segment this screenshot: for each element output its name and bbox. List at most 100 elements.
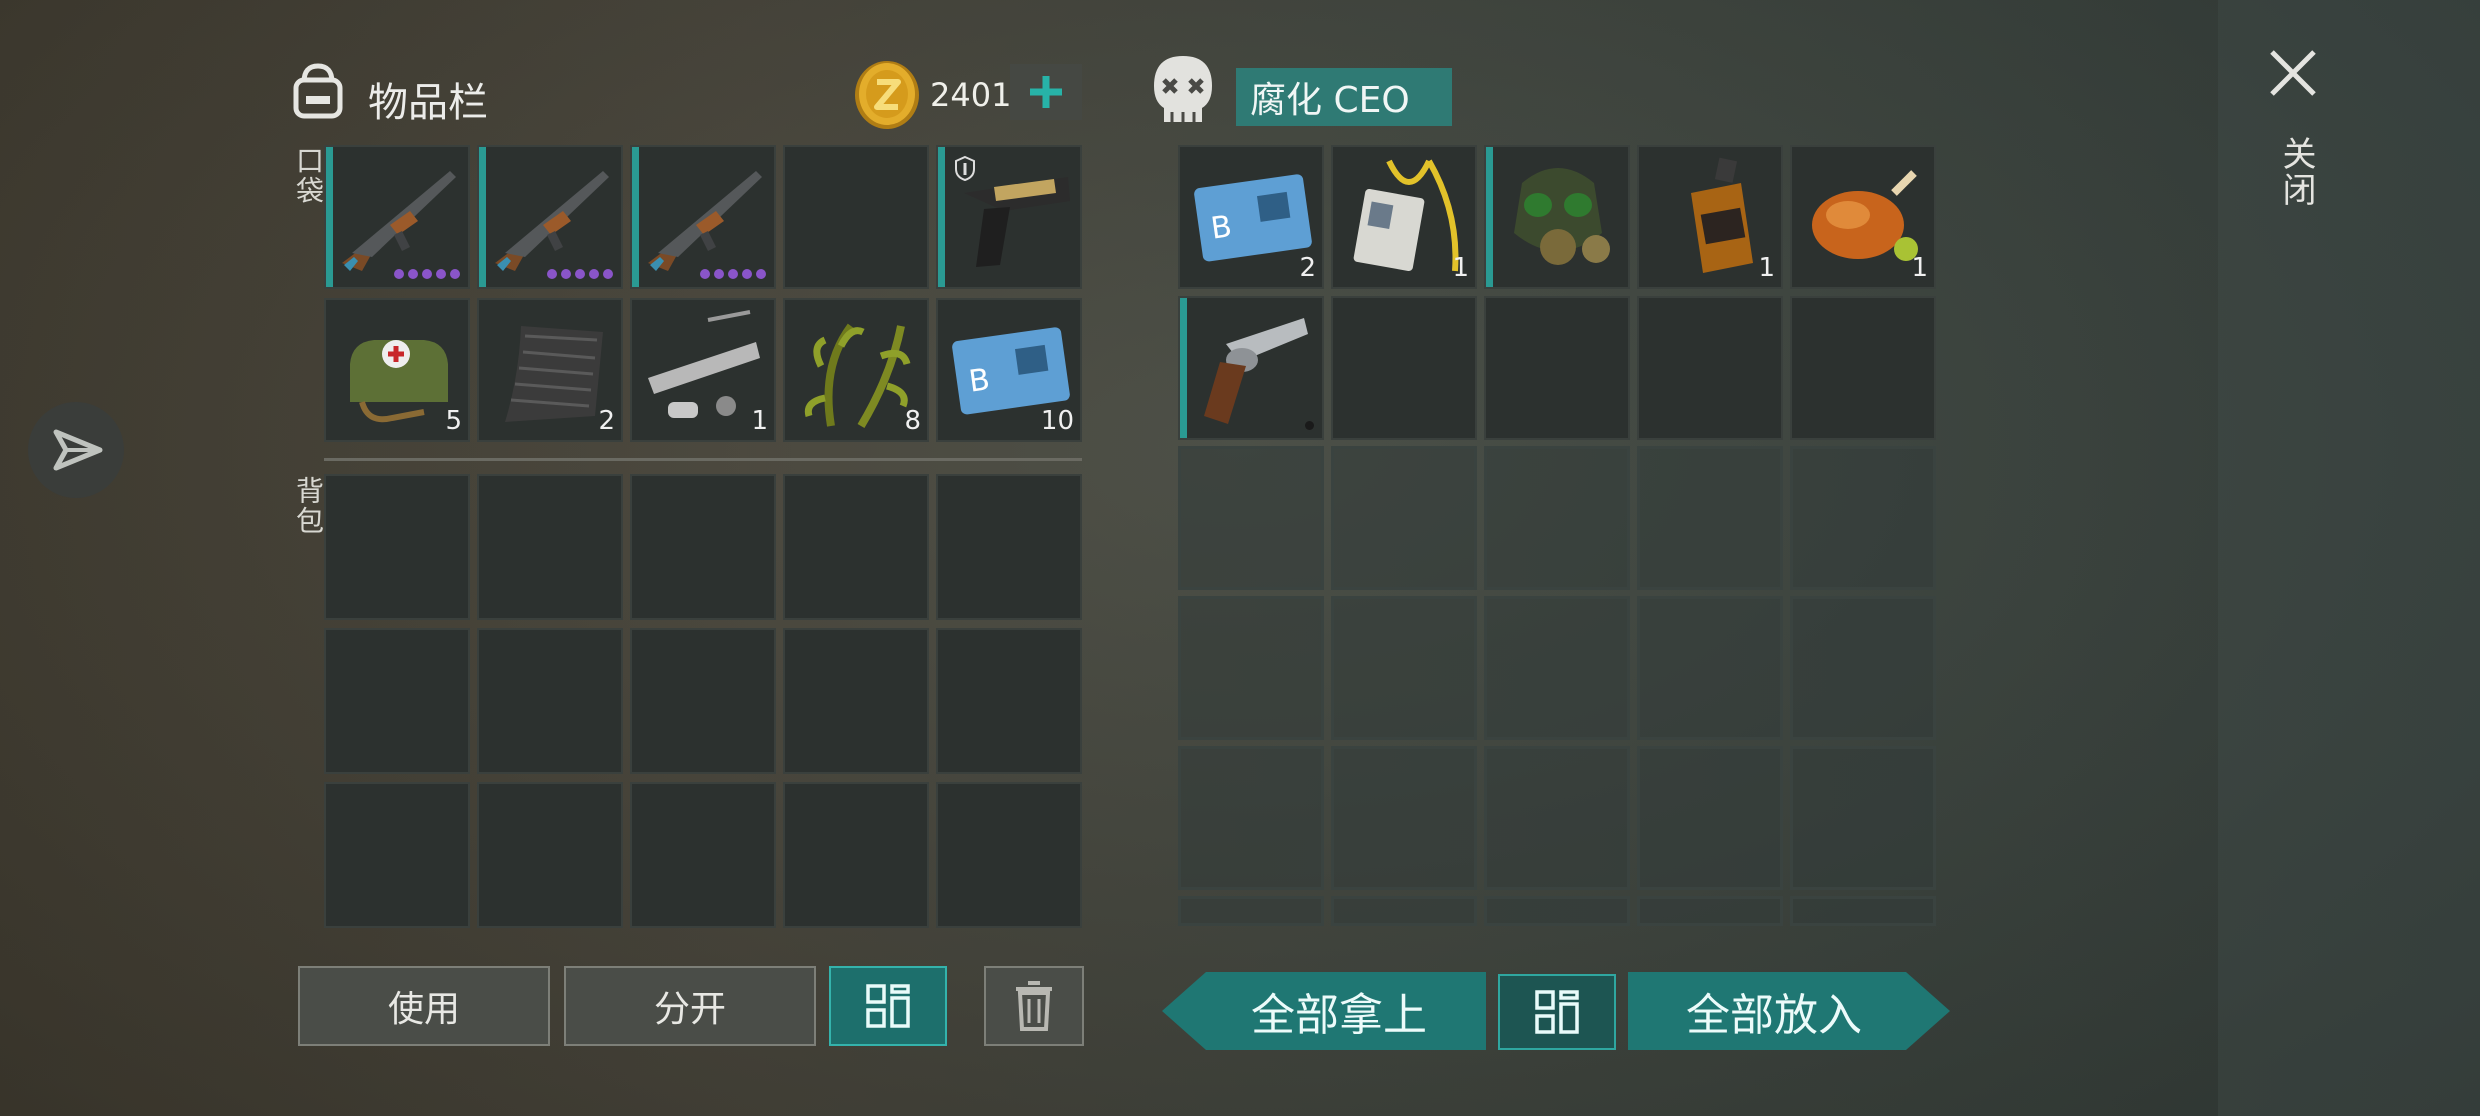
plus-icon (1030, 76, 1062, 108)
container-slot-18[interactable] (1484, 596, 1630, 740)
pocket-slot-5[interactable] (936, 145, 1082, 289)
backpack-slot-9[interactable] (783, 628, 929, 774)
container-slot-16[interactable] (1178, 596, 1324, 740)
herb-plant-icon (804, 323, 911, 429)
container-slot-26[interactable] (1178, 896, 1324, 926)
pocket-slot-4[interactable] (783, 145, 929, 289)
pocket-slot-10[interactable]: B 10 (936, 298, 1082, 442)
grid-sort-icon (1535, 990, 1579, 1034)
ak-rifle-icon (648, 171, 762, 271)
backpack-slot-2[interactable] (477, 474, 623, 620)
pistol-icon (964, 177, 1070, 267)
container-slot-19[interactable] (1637, 596, 1783, 740)
durability-dots (394, 269, 460, 279)
container-slot-11[interactable] (1178, 446, 1324, 590)
pipe-parts-icon (648, 310, 760, 418)
section-divider (324, 458, 1082, 461)
pocket-slot-8[interactable]: 1 (630, 298, 776, 442)
container-slot-8[interactable] (1484, 296, 1630, 440)
container-slot-28[interactable] (1484, 896, 1630, 926)
container-slot-21[interactable] (1178, 746, 1324, 890)
durability-dots (700, 269, 766, 279)
coin-icon (855, 61, 919, 129)
container-slot-29[interactable] (1637, 896, 1783, 926)
roast-chicken-icon (1812, 170, 1918, 261)
add-coins-button[interactable] (1010, 64, 1082, 120)
put-all-button[interactable]: 全部放入 (1628, 972, 1950, 1050)
backpack-slot-11[interactable] (324, 782, 470, 928)
whiskey-bottle-icon (1691, 157, 1753, 273)
backpack-slot-3[interactable] (630, 474, 776, 620)
container-slot-14[interactable] (1637, 446, 1783, 590)
backpack-slot-5[interactable] (936, 474, 1082, 620)
pocket-label: 口袋 (292, 146, 325, 206)
ak-rifle-icon (495, 171, 609, 271)
split-button[interactable]: 分开 (564, 966, 816, 1046)
durability-dots (547, 269, 613, 279)
sort-grid-button[interactable] (829, 966, 947, 1046)
container-slot-4[interactable]: 1 (1637, 145, 1783, 289)
sort-grid-button-container[interactable] (1498, 974, 1616, 1050)
item-count: 10 (1040, 406, 1074, 436)
inventory-title: 物品栏 (368, 80, 488, 126)
container-slot-27[interactable] (1331, 896, 1477, 926)
container-slot-23[interactable] (1484, 746, 1630, 890)
item-count: 2 (598, 406, 615, 436)
right-panel-strip (2218, 0, 2480, 1116)
container-slot-13[interactable] (1484, 446, 1630, 590)
container-slot-9[interactable] (1637, 296, 1783, 440)
container-slot-3[interactable] (1484, 145, 1630, 289)
backpack-slot-8[interactable] (630, 628, 776, 774)
container-slot-2[interactable]: 1 (1331, 145, 1477, 289)
use-button[interactable]: 使用 (298, 966, 550, 1046)
item-count: 5 (445, 406, 462, 436)
backpack-slot-10[interactable] (936, 628, 1082, 774)
backpack-slot-1[interactable] (324, 474, 470, 620)
container-slot-20[interactable] (1790, 596, 1936, 740)
container-slot-12[interactable] (1331, 446, 1477, 590)
backpack-slot-7[interactable] (477, 628, 623, 774)
container-slot-6[interactable] (1178, 296, 1324, 440)
container-slot-10[interactable] (1790, 296, 1936, 440)
container-slot-30[interactable] (1790, 896, 1936, 926)
backpack-icon (293, 63, 343, 119)
skull-icon (1154, 56, 1212, 122)
backpack-slot-12[interactable] (477, 782, 623, 928)
item-count: 1 (1452, 253, 1469, 283)
container-slot-1[interactable]: B 2 (1178, 145, 1324, 289)
pocket-slot-7[interactable]: 2 (477, 298, 623, 442)
container-slot-24[interactable] (1637, 746, 1783, 890)
container-slot-22[interactable] (1331, 746, 1477, 890)
pocket-slot-9[interactable]: 8 (783, 298, 929, 442)
take-all-button[interactable]: 全部拿上 (1162, 972, 1486, 1050)
backpack-slot-6[interactable] (324, 628, 470, 774)
id-badge-icon (1353, 159, 1459, 272)
backpack-slot-15[interactable] (936, 782, 1082, 928)
pocket-slot-2[interactable] (477, 145, 623, 289)
close-button[interactable]: 关闭 (2260, 40, 2326, 220)
grid-sort-icon (866, 984, 910, 1028)
container-slot-25[interactable] (1790, 746, 1936, 890)
item-count: 2 (1299, 253, 1316, 283)
pocket-slot-1[interactable] (324, 145, 470, 289)
take-all-label: 全部拿上 (1251, 990, 1427, 1041)
ak-rifle-icon (342, 171, 456, 271)
medkit-bag-icon (350, 340, 448, 423)
backpack-slot-4[interactable] (783, 474, 929, 620)
backpack-slot-14[interactable] (783, 782, 929, 928)
delete-button[interactable] (984, 966, 1084, 1046)
container-slot-17[interactable] (1331, 596, 1477, 740)
backpack-slot-13[interactable] (630, 782, 776, 928)
item-count: 8 (904, 406, 921, 436)
container-slot-7[interactable] (1331, 296, 1477, 440)
share-button[interactable] (28, 402, 124, 498)
container-slot-15[interactable] (1790, 446, 1936, 590)
item-indicator-dot (1305, 421, 1314, 430)
pocket-slot-3[interactable] (630, 145, 776, 289)
item-count: 1 (1911, 253, 1928, 283)
pocket-slot-6[interactable]: 5 (324, 298, 470, 442)
container-slot-5[interactable]: 1 (1790, 145, 1936, 289)
put-all-label: 全部放入 (1686, 990, 1862, 1041)
item-count: 1 (751, 406, 768, 436)
trash-icon (1016, 981, 1052, 1031)
